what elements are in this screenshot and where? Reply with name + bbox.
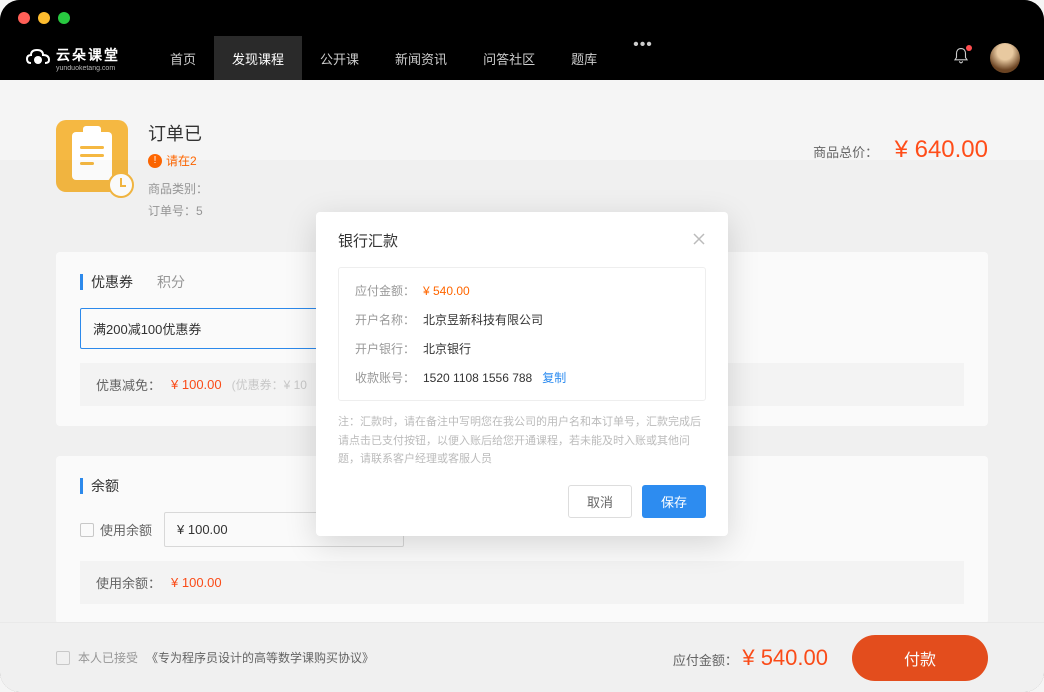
modal-title: 银行汇款 [338,230,398,251]
nav-qa-community[interactable]: 问答社区 [465,36,553,80]
page-content: 订单已 ! 请在2 商品类别： 订单号：5 商品总价： ¥ 640.00 优惠券… [0,80,1044,692]
modal-close-button[interactable] [692,230,706,251]
nav-home[interactable]: 首页 [152,36,214,80]
user-avatar[interactable] [990,43,1020,73]
order-total-label: 商品总价： [813,145,878,160]
modal-amount-label: 应付金额： [355,282,423,299]
notification-bell[interactable] [952,47,970,70]
bank-transfer-modal: 银行汇款 应付金额： ¥ 540.00 开户名称： 北京昱新科技有限公司 [316,212,728,536]
cloud-logo-icon [24,44,52,72]
modal-bank-label: 开户银行： [355,340,423,357]
nav-items: 首页 发现课程 公开课 新闻资讯 问答社区 题库 ••• [152,36,671,80]
modal-bank-value: 北京银行 [423,340,471,357]
nav-open-courses[interactable]: 公开课 [302,36,377,80]
nav-news[interactable]: 新闻资讯 [377,36,465,80]
notification-dot [966,45,972,51]
close-window-button[interactable] [18,12,30,24]
top-navbar: 云朵课堂 yunduoketang.com 首页 发现课程 公开课 新闻资讯 问… [0,36,1044,80]
nav-discover-courses[interactable]: 发现课程 [214,36,302,80]
modal-note: 注：汇款时，请在备注中写明您在我公司的用户名和本订单号，汇款完成后请点击已支付按… [338,413,706,469]
order-title: 订单已 [148,120,793,146]
window-titlebar [0,0,1044,36]
modal-body: 应付金额： ¥ 540.00 开户名称： 北京昱新科技有限公司 开户银行： 北京… [338,267,706,401]
minimize-window-button[interactable] [38,12,50,24]
modal-save-button[interactable]: 保存 [642,485,706,518]
nav-question-bank[interactable]: 题库 [553,36,615,80]
logo[interactable]: 云朵课堂 yunduoketang.com [24,44,120,72]
logo-text-cn: 云朵课堂 [56,45,120,65]
modal-cancel-button[interactable]: 取消 [568,485,632,518]
modal-overlay[interactable]: 银行汇款 应付金额： ¥ 540.00 开户名称： 北京昱新科技有限公司 [0,160,1044,692]
logo-text-en: yunduoketang.com [56,65,120,72]
order-total-value: ¥ 640.00 [895,136,988,163]
nav-more-icon[interactable]: ••• [615,36,671,80]
modal-account-no-value: 1520 1108 1556 788 [423,371,532,385]
modal-amount-value: ¥ 540.00 [423,284,470,298]
modal-account-name-label: 开户名称： [355,311,423,328]
modal-account-name-value: 北京昱新科技有限公司 [423,311,543,328]
modal-account-no-label: 收款账号： [355,369,423,386]
close-icon [692,232,706,246]
maximize-window-button[interactable] [58,12,70,24]
copy-account-button[interactable]: 复制 [542,369,566,386]
